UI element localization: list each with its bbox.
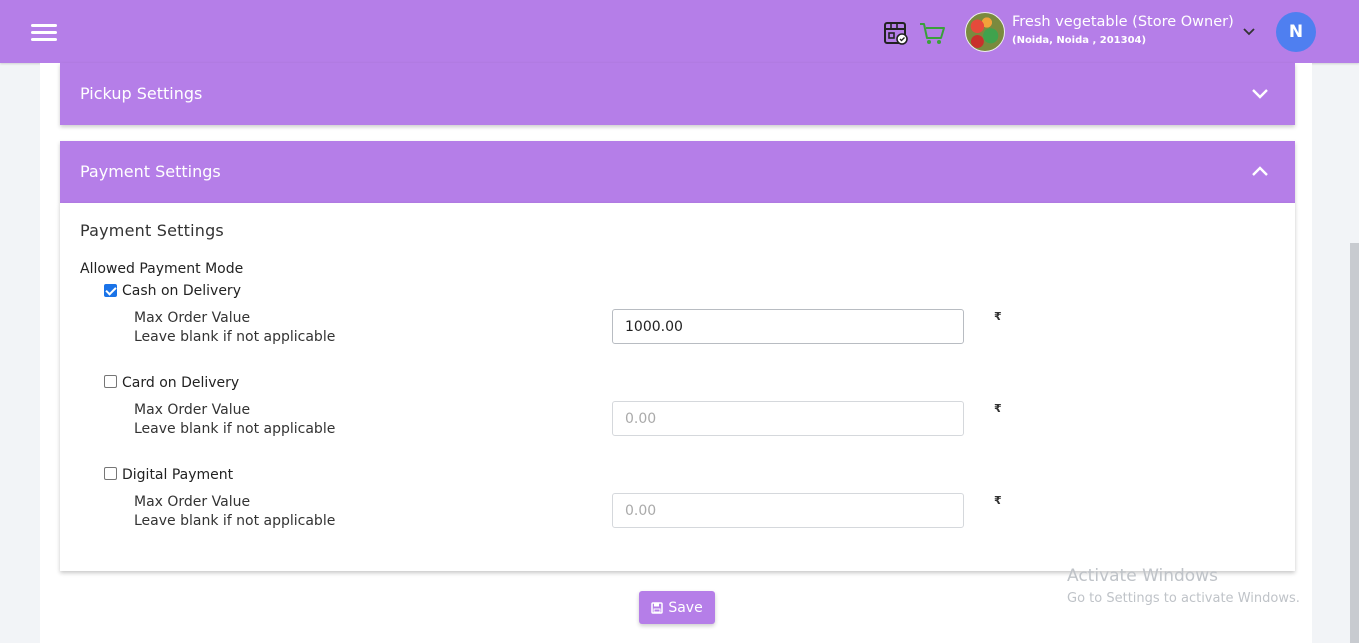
payment-settings-header[interactable]: Payment Settings [60,141,1295,203]
save-label: Save [668,599,703,616]
digital-payment-checkbox[interactable] [104,467,117,480]
windows-watermark-subtitle: Go to Settings to activate Windows. [1067,591,1300,606]
currency-symbol: ₹ [994,310,1002,323]
cash-on-delivery-label[interactable]: Cash on Delivery [122,283,241,299]
card-on-delivery-checkbox[interactable] [104,375,117,388]
windows-watermark-title: Activate Windows [1067,566,1218,586]
chevron-down-icon [1252,89,1268,99]
card-on-delivery-label[interactable]: Card on Delivery [122,375,239,391]
store-avatar[interactable] [965,12,1005,52]
max-order-value-text: Max Order Value [134,494,251,510]
max-order-value-label: Max Order Value Leave blank if not appli… [134,309,335,347]
currency-symbol: ₹ [994,494,1002,507]
store-icon[interactable] [882,19,910,47]
digital-payment-label[interactable]: Digital Payment [122,467,233,483]
hint-text: Leave blank if not applicable [134,329,336,345]
max-order-value-label: Max Order Value Leave blank if not appli… [134,401,335,439]
panel-title: Payment Settings [80,162,221,181]
pickup-settings-header[interactable]: Pickup Settings [60,63,1295,125]
hint-text: Leave blank if not applicable [134,513,336,529]
store-name[interactable]: Fresh vegetable (Store Owner) [1012,14,1234,30]
panel-title: Pickup Settings [80,84,203,103]
allowed-payment-mode-label: Allowed Payment Mode [80,261,244,277]
max-order-value-label: Max Order Value Leave blank if not appli… [134,493,335,531]
scrollbar[interactable] [1350,243,1359,643]
chevron-down-icon[interactable] [1242,26,1256,38]
section-title: Payment Settings [80,221,224,240]
floppy-disk-icon [651,601,664,614]
store-address: (Noida, Noida , 201304) [1012,35,1147,46]
save-button[interactable]: Save [639,591,715,624]
top-navbar: Fresh vegetable (Store Owner) (Noida, No… [0,0,1359,63]
max-order-value-text: Max Order Value [134,402,251,418]
card-max-order-input[interactable] [612,401,964,436]
hint-text: Leave blank if not applicable [134,421,336,437]
user-avatar[interactable]: N [1276,12,1316,52]
cash-max-order-input[interactable] [612,309,964,344]
cart-icon[interactable] [918,19,946,47]
chevron-up-icon [1252,166,1268,176]
currency-symbol: ₹ [994,402,1002,415]
cash-on-delivery-checkbox[interactable] [104,284,117,297]
digital-max-order-input[interactable] [612,493,964,528]
max-order-value-text: Max Order Value [134,310,251,326]
menu-icon[interactable] [31,24,57,42]
